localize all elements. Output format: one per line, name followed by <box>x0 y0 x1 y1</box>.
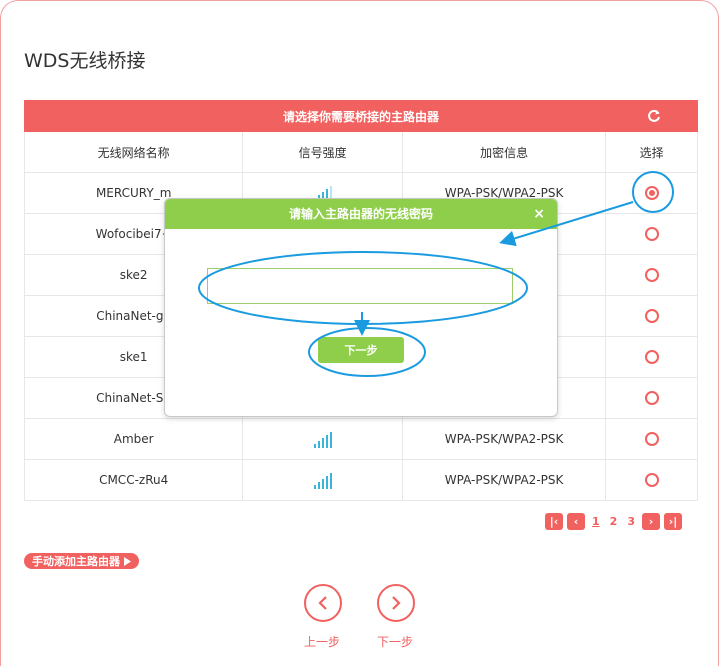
chevron-right-icon <box>392 596 401 610</box>
header-select: 选择 <box>639 145 664 160</box>
prev-page-button[interactable]: ‹ <box>567 513 585 530</box>
play-arrow-icon <box>124 556 131 566</box>
signal-bar <box>321 438 324 448</box>
table-title-bar: 请选择你需要桥接的主路由器 <box>24 100 698 132</box>
select-cell <box>606 419 697 459</box>
dialog-next-button[interactable]: 下一步 <box>318 337 404 363</box>
signal-bar <box>329 432 332 448</box>
select-cell <box>606 378 697 418</box>
signal-bar <box>321 479 324 489</box>
signal-bar <box>317 441 320 448</box>
wireless-password-input[interactable] <box>207 268 513 304</box>
refresh-icon <box>648 109 660 122</box>
next-step-button[interactable] <box>377 584 415 622</box>
first-page-button[interactable]: |‹ <box>545 513 563 530</box>
page-title: WDS无线桥接 <box>24 50 146 72</box>
pagination: |‹ ‹ 1 2 3 › ›| <box>545 513 682 530</box>
select-radio[interactable] <box>644 391 659 405</box>
signal-bar <box>313 444 316 448</box>
select-radio[interactable] <box>644 186 659 200</box>
ssid-cell: CMCC-zRu4 <box>25 460 244 500</box>
page-3-link[interactable]: 3 <box>624 515 638 528</box>
encryption-cell: WPA-PSK/WPA2-PSK <box>403 460 607 500</box>
close-icon[interactable]: × <box>533 199 545 229</box>
table-header-row: 无线网络名称 信号强度 加密信息 选择 <box>24 132 698 173</box>
page-1-link[interactable]: 1 <box>589 515 603 528</box>
manual-add-router-button[interactable]: 手动添加主路由器 <box>24 553 139 569</box>
last-page-button[interactable]: ›| <box>663 513 682 530</box>
password-dialog: 请输入主路由器的无线密码 × 下一步 <box>164 198 558 417</box>
page-2-link[interactable]: 2 <box>607 515 621 528</box>
signal-bar <box>329 473 332 489</box>
signal-bar <box>325 476 328 489</box>
select-cell <box>606 255 697 295</box>
dialog-title: 请输入主路由器的无线密码 <box>288 207 433 221</box>
select-radio[interactable] <box>644 350 659 364</box>
table-row[interactable]: CMCC-zRu4 WPA-PSK/WPA2-PSK <box>24 460 698 501</box>
ssid-cell: Amber <box>25 419 244 459</box>
signal-strength-icon <box>313 471 332 489</box>
select-radio[interactable] <box>644 268 659 282</box>
select-radio[interactable] <box>644 432 659 446</box>
select-radio[interactable] <box>644 309 659 323</box>
next-page-button[interactable]: › <box>641 513 660 530</box>
select-radio[interactable] <box>644 227 659 241</box>
table-row[interactable]: Amber WPA-PSK/WPA2-PSK <box>24 419 698 460</box>
next-step-label: 下一步 <box>377 635 414 649</box>
prev-step-button[interactable] <box>304 584 342 622</box>
signal-cell <box>243 460 403 500</box>
select-cell <box>606 337 697 377</box>
header-ssid: 无线网络名称 <box>25 132 244 172</box>
manual-add-label: 手动添加主路由器 <box>32 555 120 568</box>
signal-cell <box>243 419 403 459</box>
select-cell <box>606 296 697 336</box>
signal-strength-icon <box>313 430 332 448</box>
signal-bar <box>317 482 320 489</box>
prev-step-label: 上一步 <box>304 635 341 649</box>
header-encryption: 加密信息 <box>403 132 607 172</box>
signal-bar <box>325 435 328 448</box>
select-radio[interactable] <box>644 473 659 487</box>
select-cell <box>606 173 697 213</box>
dialog-header: 请输入主路由器的无线密码 × <box>165 199 557 229</box>
header-signal: 信号强度 <box>243 132 403 172</box>
signal-bar <box>313 485 316 489</box>
chevron-left-icon <box>318 596 327 610</box>
select-cell <box>606 214 697 254</box>
select-cell <box>606 460 697 500</box>
table-title: 请选择你需要桥接的主路由器 <box>282 110 439 124</box>
encryption-cell: WPA-PSK/WPA2-PSK <box>403 419 607 459</box>
refresh-button[interactable] <box>644 106 664 126</box>
